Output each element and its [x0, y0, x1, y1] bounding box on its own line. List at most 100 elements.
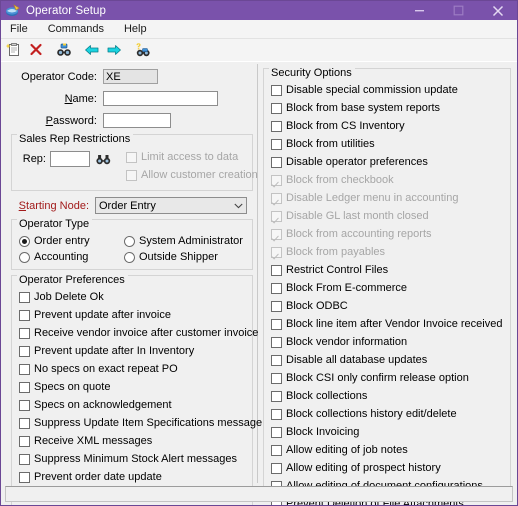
radio-system-administrator[interactable]: System Administrator — [124, 233, 243, 249]
checkbox-label: Prevent update after In Inventory — [34, 345, 195, 357]
checkbox-box — [271, 282, 282, 294]
checkbox-block-invoicing[interactable]: Block Invoicing — [271, 424, 505, 440]
checkbox-label: Block collections history edit/delete — [286, 408, 457, 420]
operator-setup-window: Operator Setup File Commands Help Operat… — [0, 0, 518, 506]
maximize-icon[interactable] — [439, 1, 478, 20]
checkbox-allow-editing-of-prospect-history[interactable]: Allow editing of prospect history — [271, 460, 505, 476]
starting-node-label-text: tarting Node: — [26, 199, 89, 212]
checkbox-label: Block from accounting reports — [286, 228, 432, 240]
checkbox-restrict-control-files[interactable]: Restrict Control Files — [271, 262, 505, 278]
checkbox-box — [271, 210, 282, 222]
close-icon[interactable] — [478, 1, 517, 20]
checkbox-prevent-order-date-update[interactable]: Prevent order date update — [19, 469, 247, 485]
checkbox-block-from-cs-inventory[interactable]: Block from CS Inventory — [271, 118, 505, 134]
checkbox-block-collections[interactable]: Block collections — [271, 388, 505, 404]
operator-code-row: Operator Code: — [5, 68, 257, 85]
checkbox-label: Block from utilities — [286, 138, 375, 150]
starting-node-label-mnemonic: S — [18, 199, 27, 212]
checkbox-box — [271, 138, 282, 150]
radio-box — [19, 235, 30, 247]
previous-arrow-icon[interactable] — [82, 40, 102, 60]
checkbox-specs-on-quote[interactable]: Specs on quote — [19, 379, 247, 395]
rep-input[interactable] — [50, 151, 90, 167]
checkbox-box — [19, 291, 30, 303]
checkbox-box — [271, 300, 282, 312]
checkbox-suppress-minimum-stock-alert-messages[interactable]: Suppress Minimum Stock Alert messages — [19, 451, 247, 467]
checkbox-block-vendor-information[interactable]: Block vendor information — [271, 334, 505, 350]
client-area: Operator Code: Name: Password: Sales Rep… — [1, 61, 517, 505]
find-next-icon[interactable] — [132, 40, 152, 60]
checkbox-block-from-base-system-reports[interactable]: Block from base system reports — [271, 100, 505, 116]
find-icon[interactable] — [54, 40, 74, 60]
checkbox-box — [19, 345, 30, 357]
checkbox-receive-xml-messages[interactable]: Receive XML messages — [19, 433, 247, 449]
checkbox-box — [271, 390, 282, 402]
menu-help[interactable]: Help — [122, 22, 155, 36]
radio-accounting[interactable]: Accounting — [19, 249, 124, 265]
checkbox-box — [271, 318, 282, 330]
checkbox-block-line-item-after-vendor-invoice-received[interactable]: Block line item after Vendor Invoice rec… — [271, 316, 505, 332]
password-input[interactable] — [103, 113, 171, 128]
checkbox-disable-all-database-updates[interactable]: Disable all database updates — [271, 352, 505, 368]
menu-file[interactable]: File — [8, 22, 36, 36]
new-icon[interactable] — [4, 40, 24, 60]
checkbox-label: Specs on acknowledgement — [34, 399, 172, 411]
radio-order-entry[interactable]: Order entry — [19, 233, 124, 249]
menu-commands[interactable]: Commands — [46, 22, 112, 36]
checkbox-specs-on-acknowledgement[interactable]: Specs on acknowledgement — [19, 397, 247, 413]
operator-code-input[interactable] — [103, 69, 158, 84]
operator-type-group: Operator Type Order entry Accounting Sys… — [11, 219, 253, 270]
binoculars-icon[interactable] — [94, 151, 112, 167]
menu-bar: File Commands Help — [1, 20, 517, 39]
checkbox-label: No specs on exact repeat PO — [34, 363, 178, 375]
checkbox-block-collections-history-edit-delete[interactable]: Block collections history edit/delete — [271, 406, 505, 422]
checkbox-box — [19, 453, 30, 465]
checkbox-suppress-update-item-specifications-message[interactable]: Suppress Update Item Specifications mess… — [19, 415, 262, 431]
checkbox-box — [19, 417, 30, 429]
name-label-mnemonic: N — [64, 92, 73, 105]
name-input[interactable] — [103, 91, 218, 106]
checkbox-block-from-e-commerce[interactable]: Block From E-commerce — [271, 280, 505, 296]
minimize-icon[interactable] — [400, 1, 439, 20]
checkbox-box — [19, 327, 30, 339]
password-label-text: assword: — [52, 114, 97, 127]
checkbox-prevent-update-after-in-inventory[interactable]: Prevent update after In Inventory — [19, 343, 247, 359]
checkbox-disable-operator-preferences[interactable]: Disable operator preferences — [271, 154, 505, 170]
starting-node-combo[interactable]: Order Entry — [95, 197, 247, 214]
checkbox-box — [19, 309, 30, 321]
right-pane: Security Options Disable special commiss… — [261, 64, 513, 505]
checkbox-job-delete-ok[interactable]: Job Delete Ok — [19, 289, 247, 305]
checkbox-label: Receive vendor invoice after customer in… — [34, 327, 259, 339]
checkbox-block-csi-only-confirm-release-option[interactable]: Block CSI only confirm release option — [271, 370, 505, 386]
checkbox-label: Block From E-commerce — [286, 282, 408, 294]
checkbox-label: Prevent order date update — [34, 471, 162, 483]
operator-code-label: Operator Code: — [21, 70, 97, 83]
operator-type-options: Order entry Accounting System Administra… — [19, 233, 247, 265]
checkbox-no-specs-on-exact-repeat-po[interactable]: No specs on exact repeat PO — [19, 361, 247, 377]
chevron-down-icon[interactable] — [230, 203, 246, 209]
status-bar — [5, 486, 513, 502]
checkbox-prevent-update-after-invoice[interactable]: Prevent update after invoice — [19, 307, 247, 323]
security-options-legend: Security Options — [269, 68, 355, 79]
operator-preferences-legend: Operator Preferences — [17, 275, 128, 286]
checkbox-label: Block from base system reports — [286, 102, 441, 114]
title-bar[interactable]: Operator Setup — [1, 1, 517, 20]
checkbox-label: Block collections — [286, 390, 368, 402]
checkbox-block-from-utilities[interactable]: Block from utilities — [271, 136, 505, 152]
delete-icon[interactable] — [26, 40, 46, 60]
checkbox-label: Block CSI only confirm release option — [286, 372, 469, 384]
operator-type-legend: Operator Type — [17, 219, 93, 230]
limit-access-to-data-checkbox[interactable]: Limit access to data — [126, 149, 258, 165]
checkbox-block-odbc[interactable]: Block ODBC — [271, 298, 505, 314]
checkbox-box — [271, 408, 282, 420]
allow-customer-creation-checkbox[interactable]: Allow customer creation — [126, 167, 258, 183]
checkbox-receive-vendor-invoice-after-customer-invoice[interactable]: Receive vendor invoice after customer in… — [19, 325, 258, 341]
checkbox-box — [271, 444, 282, 456]
radio-outside-shipper[interactable]: Outside Shipper — [124, 249, 243, 265]
checkbox-allow-editing-of-job-notes[interactable]: Allow editing of job notes — [271, 442, 505, 458]
left-pane: Operator Code: Name: Password: Sales Rep… — [5, 64, 262, 505]
checkbox-disable-special-commission-update[interactable]: Disable special commission update — [271, 82, 505, 98]
checkbox-box — [271, 102, 282, 114]
checkbox-block-from-checkbook: Block from checkbook — [271, 172, 505, 188]
next-arrow-icon[interactable] — [104, 40, 124, 60]
